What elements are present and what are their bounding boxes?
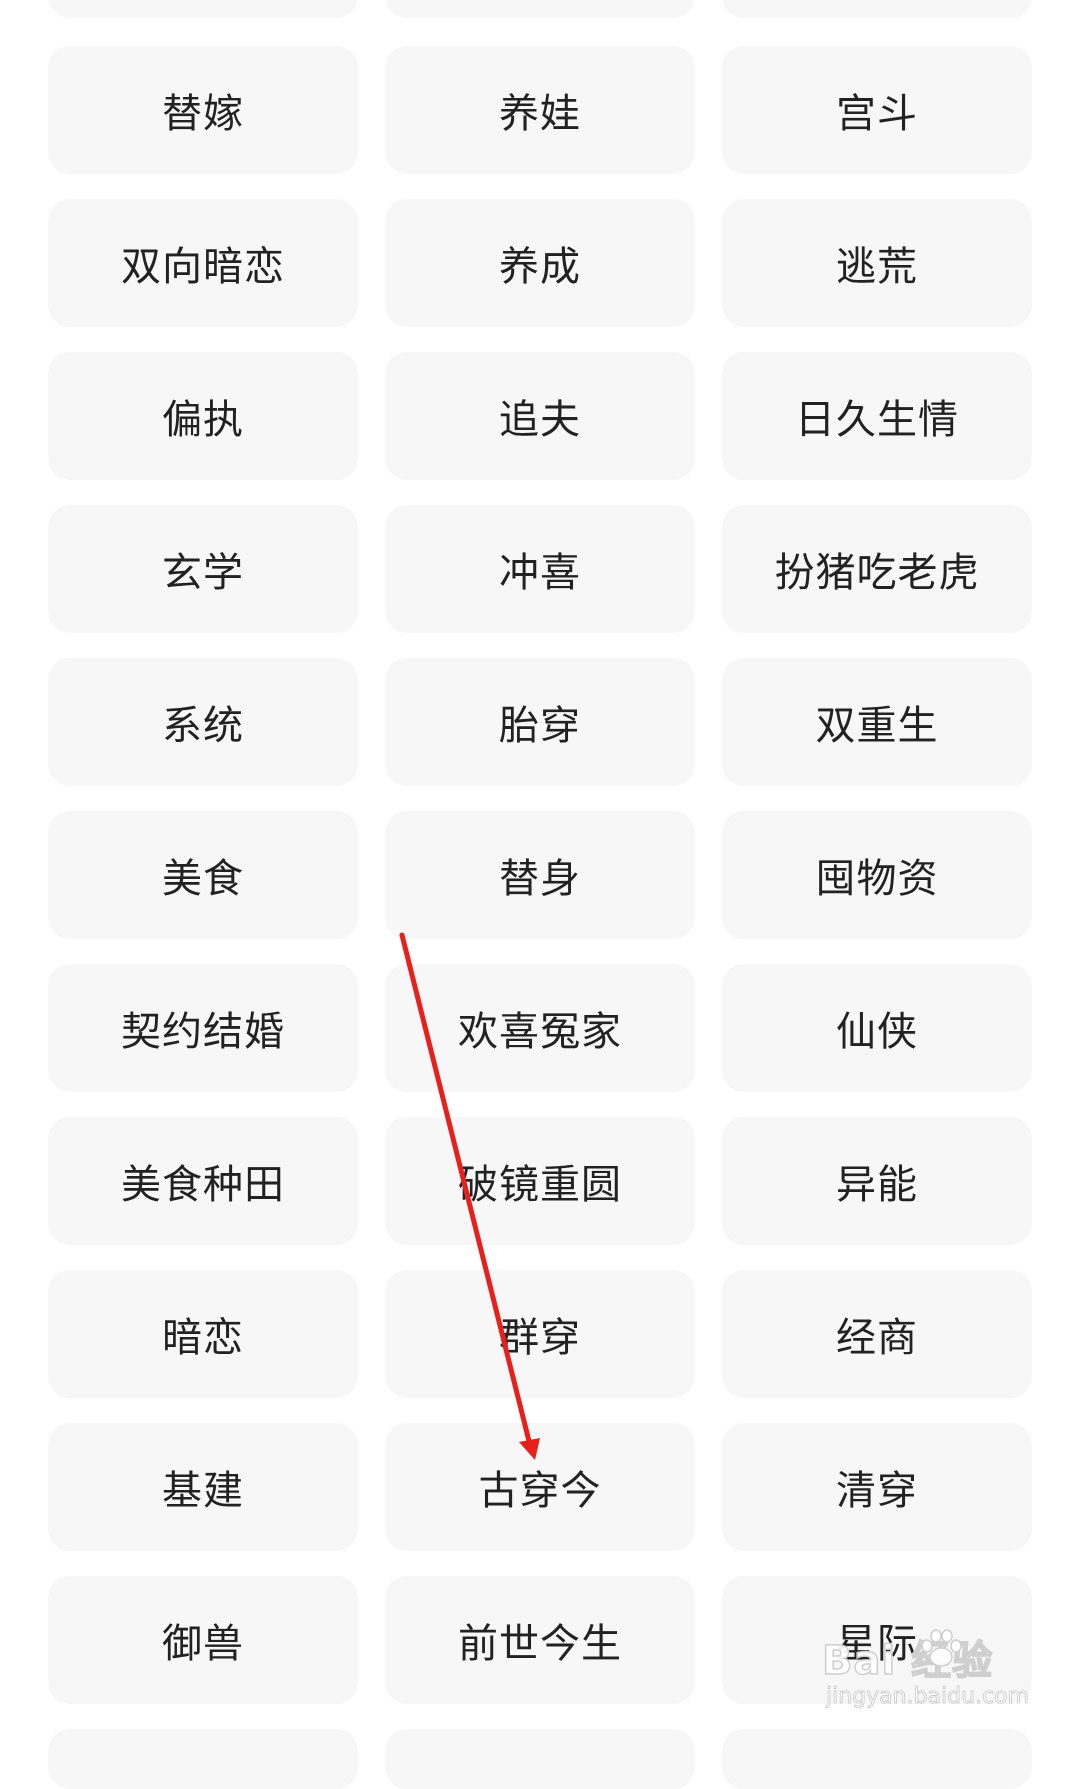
tag-label: 星际 (836, 1621, 918, 1667)
tag-label: 破镜重圆 (458, 1162, 622, 1208)
tag-label: 系统 (162, 703, 244, 749)
tag-label: 逃荒 (836, 244, 918, 290)
tag-button[interactable]: 扮猪吃老虎 (722, 505, 1032, 633)
tag-label: 双重生 (815, 703, 939, 749)
tag-button[interactable]: 经商 (722, 1270, 1032, 1398)
tag-button[interactable]: 养娃 (385, 46, 695, 174)
tag-button[interactable]: 星际 (722, 1576, 1032, 1704)
tag-partial-bottom[interactable] (722, 1729, 1032, 1789)
tag-partial-top[interactable] (48, 0, 358, 18)
tag-label: 契约结婚 (121, 1009, 285, 1055)
tag-button[interactable]: 追夫 (385, 352, 695, 480)
tag-button[interactable]: 逃荒 (722, 199, 1032, 327)
tag-button[interactable]: 日久生情 (722, 352, 1032, 480)
tag-button[interactable]: 胎穿 (385, 658, 695, 786)
tag-button[interactable]: 囤物资 (722, 811, 1032, 939)
tag-label: 替身 (499, 856, 581, 902)
tag-label: 胎穿 (499, 703, 581, 749)
tag-button[interactable]: 偏执 (48, 352, 358, 480)
tag-button[interactable]: 契约结婚 (48, 964, 358, 1092)
tag-label: 异能 (836, 1162, 918, 1208)
tag-button[interactable]: 双向暗恋 (48, 199, 358, 327)
tag-button[interactable]: 群穿 (385, 1270, 695, 1398)
tag-button[interactable]: 美食种田 (48, 1117, 358, 1245)
tag-button[interactable]: 美食 (48, 811, 358, 939)
tag-label: 群穿 (499, 1315, 581, 1361)
tag-partial-bottom[interactable] (385, 1729, 695, 1789)
tag-label: 养娃 (499, 91, 581, 137)
tag-button[interactable]: 清穿 (722, 1423, 1032, 1551)
tag-label: 替嫁 (162, 91, 244, 137)
tag-partial-top[interactable] (385, 0, 695, 18)
tag-label: 美食种田 (121, 1162, 285, 1208)
tag-button[interactable]: 冲喜 (385, 505, 695, 633)
tag-label: 玄学 (162, 550, 244, 596)
tag-button-highlighted[interactable]: 古穿今 (385, 1423, 695, 1551)
tag-label: 冲喜 (499, 550, 581, 596)
tag-button[interactable]: 基建 (48, 1423, 358, 1551)
tag-label: 宫斗 (836, 91, 918, 137)
tag-grid: 替嫁 养娃 宫斗 双向暗恋 养成 逃荒 偏执 追夫 日久生情 玄学 冲喜 扮猪吃… (0, 0, 1080, 1789)
tag-button[interactable]: 宫斗 (722, 46, 1032, 174)
tag-partial-bottom[interactable] (48, 1729, 358, 1789)
tag-button[interactable]: 养成 (385, 199, 695, 327)
tag-label: 暗恋 (162, 1315, 244, 1361)
tag-label: 仙侠 (836, 1009, 918, 1055)
tag-button[interactable]: 仙侠 (722, 964, 1032, 1092)
tag-label: 养成 (499, 244, 581, 290)
tag-label: 清穿 (836, 1468, 918, 1514)
tag-button[interactable]: 玄学 (48, 505, 358, 633)
tag-button[interactable]: 替身 (385, 811, 695, 939)
tag-label: 御兽 (162, 1621, 244, 1667)
tag-button[interactable]: 双重生 (722, 658, 1032, 786)
tag-button[interactable]: 破镜重圆 (385, 1117, 695, 1245)
tag-label: 古穿今 (478, 1468, 602, 1514)
tag-button[interactable]: 系统 (48, 658, 358, 786)
tag-button[interactable]: 异能 (722, 1117, 1032, 1245)
tag-label: 欢喜冤家 (458, 1009, 622, 1055)
tag-button[interactable]: 前世今生 (385, 1576, 695, 1704)
tag-button[interactable]: 替嫁 (48, 46, 358, 174)
tag-label: 扮猪吃老虎 (774, 550, 980, 596)
tag-label: 经商 (836, 1315, 918, 1361)
tag-label: 偏执 (162, 397, 244, 443)
tag-label: 前世今生 (458, 1621, 622, 1667)
tag-label: 日久生情 (795, 397, 959, 443)
tag-label: 囤物资 (815, 856, 939, 902)
tag-button[interactable]: 欢喜冤家 (385, 964, 695, 1092)
tag-label: 基建 (162, 1468, 244, 1514)
tag-label: 美食 (162, 856, 244, 902)
tag-label: 双向暗恋 (121, 244, 285, 290)
tag-button[interactable]: 御兽 (48, 1576, 358, 1704)
tag-label: 追夫 (499, 397, 581, 443)
tag-partial-top[interactable] (722, 0, 1032, 18)
tag-button[interactable]: 暗恋 (48, 1270, 358, 1398)
